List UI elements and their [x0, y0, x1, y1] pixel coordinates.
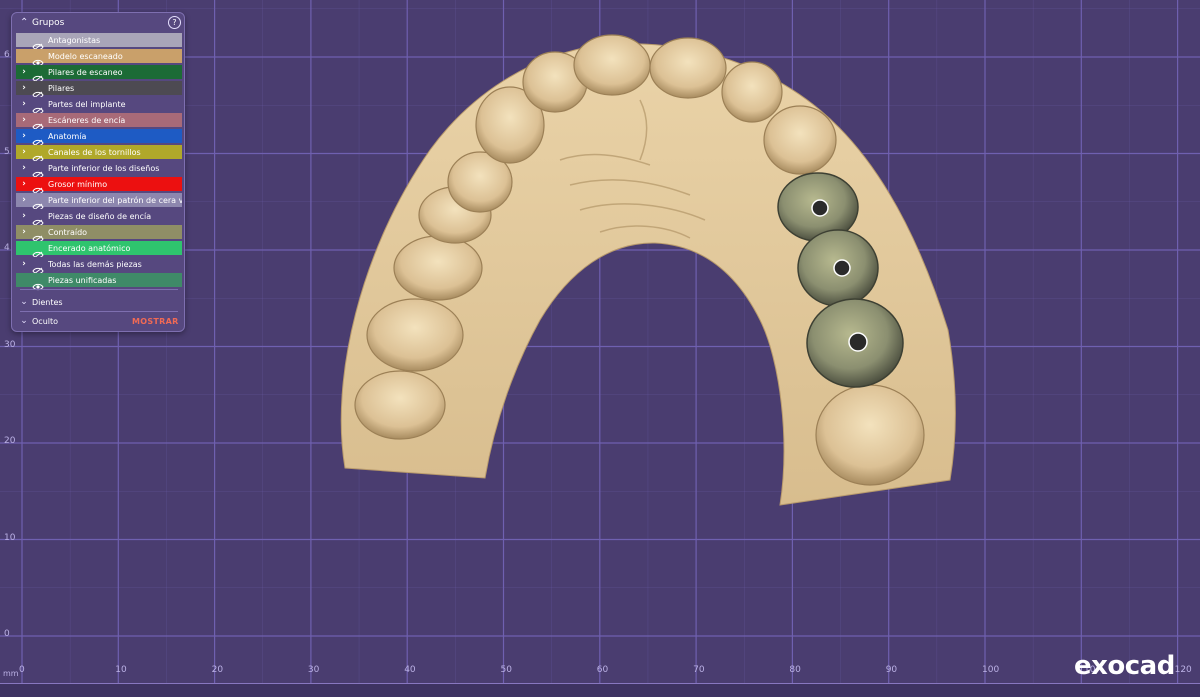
eye-hidden-icon[interactable]: [32, 132, 44, 147]
group-label: Parte inferior del patrón de cera virtua: [48, 195, 182, 205]
groups-panel-header[interactable]: ⌃ Grupos ?: [12, 13, 184, 33]
group-row[interactable]: › Partes del implante: [16, 97, 182, 115]
group-label: Grosor mínimo: [48, 179, 108, 189]
x-tick-label: 80: [789, 665, 801, 675]
ruler-bottom: [0, 683, 1200, 697]
groups-panel[interactable]: ⌃ Grupos ? Antagonistas Modelo escaneado ›…: [11, 12, 185, 332]
eye-hidden-icon[interactable]: [32, 164, 44, 179]
eye-hidden-icon[interactable]: [32, 228, 44, 243]
group-row[interactable]: › Escáneres de encía: [16, 113, 182, 131]
y-tick-label: 4: [4, 243, 10, 253]
y-tick-label: 30: [4, 339, 16, 350]
exocad-logo: exocad: [1074, 651, 1175, 681]
x-tick-label: 50: [500, 665, 512, 675]
eye-hidden-icon[interactable]: [32, 116, 44, 131]
eye-hidden-icon[interactable]: [32, 100, 44, 115]
group-label: Canales de los tornillos: [48, 147, 141, 157]
eye-hidden-icon[interactable]: [32, 36, 44, 51]
eye-hidden-icon[interactable]: [32, 180, 44, 195]
group-row[interactable]: › Pilares de escaneo: [16, 65, 182, 83]
group-label: Contraído: [48, 227, 88, 237]
chevron-up-icon[interactable]: ⌃: [20, 17, 28, 28]
eye-hidden-icon[interactable]: [32, 148, 44, 163]
group-row[interactable]: › Canales de los tornillos: [16, 145, 182, 163]
eye-icon[interactable]: [32, 52, 44, 67]
help-icon[interactable]: ?: [168, 16, 181, 29]
x-tick-label: 90: [885, 665, 898, 675]
group-row[interactable]: › Piezas de diseño de encía: [16, 209, 182, 227]
group-label: Partes del implante: [48, 99, 126, 109]
chevron-right-icon[interactable]: ›: [16, 179, 32, 189]
section-label: Oculto: [32, 316, 59, 326]
chevron-right-icon[interactable]: ›: [16, 131, 32, 141]
divider: [20, 311, 178, 312]
group-row[interactable]: › Grosor mínimo: [16, 177, 182, 195]
group-label: Encerado anatómico: [48, 243, 131, 253]
section-label: Dientes: [32, 297, 63, 307]
group-row[interactable]: › Parte inferior del patrón de cera virtu…: [16, 193, 182, 211]
group-row[interactable]: › Anatomía: [16, 129, 182, 147]
eye-hidden-icon[interactable]: [32, 196, 44, 211]
x-tick-label: 0: [19, 665, 25, 675]
group-label: Anatomía: [48, 131, 87, 141]
group-row[interactable]: › Parte inferior de los diseños: [16, 161, 182, 179]
group-label: Antagonistas: [48, 35, 101, 45]
chevron-right-icon[interactable]: ›: [16, 227, 32, 237]
chevron-right-icon[interactable]: ›: [16, 99, 32, 109]
y-tick-label: 6: [4, 50, 10, 60]
group-label: Parte inferior de los diseños: [48, 163, 160, 173]
x-tick-label: 40: [404, 665, 416, 675]
dental-arch-model[interactable]: [340, 34, 956, 506]
y-tick-label: 20: [4, 436, 16, 446]
section-dientes[interactable]: ⌄ Dientes: [16, 294, 182, 310]
x-tick-label: 30: [307, 665, 320, 675]
group-label: Escáneres de encía: [48, 115, 126, 125]
eye-hidden-icon[interactable]: [32, 260, 44, 275]
group-label: Piezas de diseño de encía: [48, 211, 152, 221]
group-row[interactable]: Encerado anatómico: [16, 241, 182, 259]
chevron-right-icon[interactable]: ›: [16, 83, 32, 93]
x-tick-label: 10: [115, 665, 127, 675]
group-row[interactable]: Antagonistas: [16, 33, 182, 51]
group-row[interactable]: › Pilares: [16, 81, 182, 99]
group-label: Todas las demás piezas: [48, 259, 142, 269]
eye-hidden-icon[interactable]: [32, 244, 44, 259]
x-tick-label: 100: [982, 665, 1000, 675]
groups-title: Grupos: [32, 18, 65, 28]
group-row[interactable]: › Contraído: [16, 225, 182, 243]
chevron-right-icon[interactable]: ›: [16, 211, 32, 221]
group-label: Modelo escaneado: [48, 51, 123, 61]
y-tick-label: 10: [4, 532, 16, 543]
eye-hidden-icon[interactable]: [32, 68, 44, 83]
chevron-right-icon[interactable]: ›: [16, 259, 32, 269]
chevron-down-icon: ⌄: [20, 297, 28, 307]
chevron-right-icon[interactable]: ›: [16, 163, 32, 173]
group-row[interactable]: Modelo escaneado: [16, 49, 182, 67]
chevron-right-icon[interactable]: ›: [16, 115, 32, 125]
x-tick-label: 60: [596, 665, 609, 675]
eye-hidden-icon[interactable]: [32, 84, 44, 99]
unit-label: mm: [3, 669, 19, 678]
chevron-down-icon: ⌄: [20, 316, 28, 326]
group-label: Pilares: [48, 83, 75, 93]
group-row[interactable]: Piezas unificadas: [16, 273, 182, 291]
x-tick-label: 20: [211, 665, 224, 675]
eye-hidden-icon[interactable]: [32, 212, 44, 227]
group-label: Piezas unificadas: [48, 275, 117, 285]
logo-text: exocad: [1074, 651, 1175, 681]
y-tick-label: 0: [4, 629, 10, 639]
group-label: Pilares de escaneo: [48, 67, 123, 77]
group-row[interactable]: › Todas las demás piezas: [16, 257, 182, 275]
x-tick-label: 70: [693, 665, 705, 675]
show-button[interactable]: MOSTRAR: [132, 317, 179, 326]
divider: [20, 289, 178, 290]
chevron-right-icon[interactable]: ›: [16, 195, 32, 205]
y-tick-label: 5: [4, 146, 10, 157]
eye-icon[interactable]: [32, 276, 44, 291]
chevron-right-icon[interactable]: ›: [16, 147, 32, 157]
x-tick-label: 120: [1174, 665, 1192, 675]
chevron-right-icon[interactable]: ›: [16, 67, 32, 77]
